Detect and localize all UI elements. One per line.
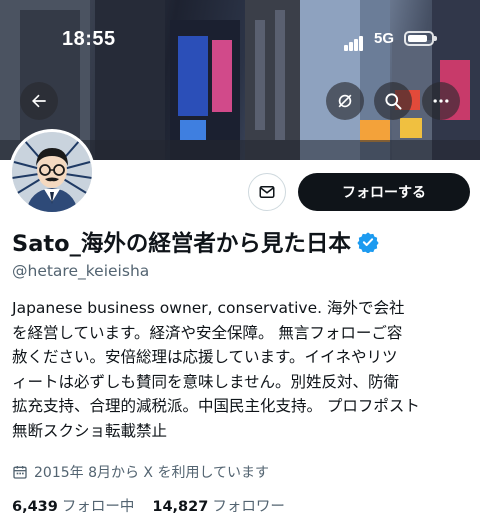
signal-icon — [344, 32, 364, 51]
profile-handle: @hetare_keieisha — [12, 262, 150, 280]
avatar[interactable] — [9, 129, 95, 215]
bio-line: ィートは必ずしも賛同を意味しません。別姓反対、防衛 — [12, 372, 400, 391]
status-time: 18:55 — [62, 28, 116, 50]
followers-link[interactable]: 14,827 フォロワー — [152, 495, 284, 516]
back-button[interactable] — [20, 82, 58, 120]
search-button[interactable] — [374, 82, 412, 120]
mail-icon — [259, 186, 275, 198]
follow-stats: 6,439 フォロー中 14,827 フォロワー — [12, 495, 285, 516]
joined-text: 2015年 8月から X を利用しています — [34, 465, 270, 481]
more-icon — [433, 99, 449, 103]
following-link[interactable]: 6,439 フォロー中 — [12, 495, 134, 516]
follow-button[interactable]: フォローする — [298, 173, 470, 211]
search-icon — [385, 93, 402, 110]
verified-badge-icon[interactable] — [357, 231, 379, 253]
bio-line: 拡充支持、合理的減税派。中国民主化支持。 プロフポスト — [12, 397, 420, 415]
back-arrow-icon — [32, 94, 46, 108]
bio-line: 赦ください。安倍総理は応援しています。イイネやリツ — [12, 348, 398, 366]
joined-date: 2015年 8月から X を利用しています — [12, 462, 269, 482]
avatar-illustration — [12, 132, 92, 212]
bio-line: を経営しています。経済や安全保障。 無言フォローご容 — [12, 323, 403, 342]
network-label: 5G — [374, 30, 395, 47]
more-button[interactable] — [422, 82, 460, 120]
hide-button[interactable] — [326, 82, 364, 120]
calendar-icon — [12, 464, 28, 480]
display-name-text: Sato_海外の経営者から見た日本 — [12, 231, 351, 257]
message-button[interactable] — [248, 173, 286, 211]
followers-label: フォロワー — [212, 499, 285, 515]
bio-line: 無断スクショ転載禁止 — [12, 421, 168, 440]
profile-bio: Japanese business owner, conservative. 海… — [12, 296, 474, 443]
hide-icon — [338, 94, 352, 108]
profile-display-name: Sato_海外の経営者から見た日本 — [12, 226, 379, 258]
bio-line: Japanese business owner, conservative. 海… — [12, 299, 405, 317]
battery-icon — [404, 31, 437, 46]
following-count: 6,439 — [12, 499, 58, 515]
status-bar: 18:55 5G — [0, 0, 480, 70]
followers-count: 14,827 — [152, 499, 209, 515]
following-label: フォロー中 — [61, 499, 135, 515]
